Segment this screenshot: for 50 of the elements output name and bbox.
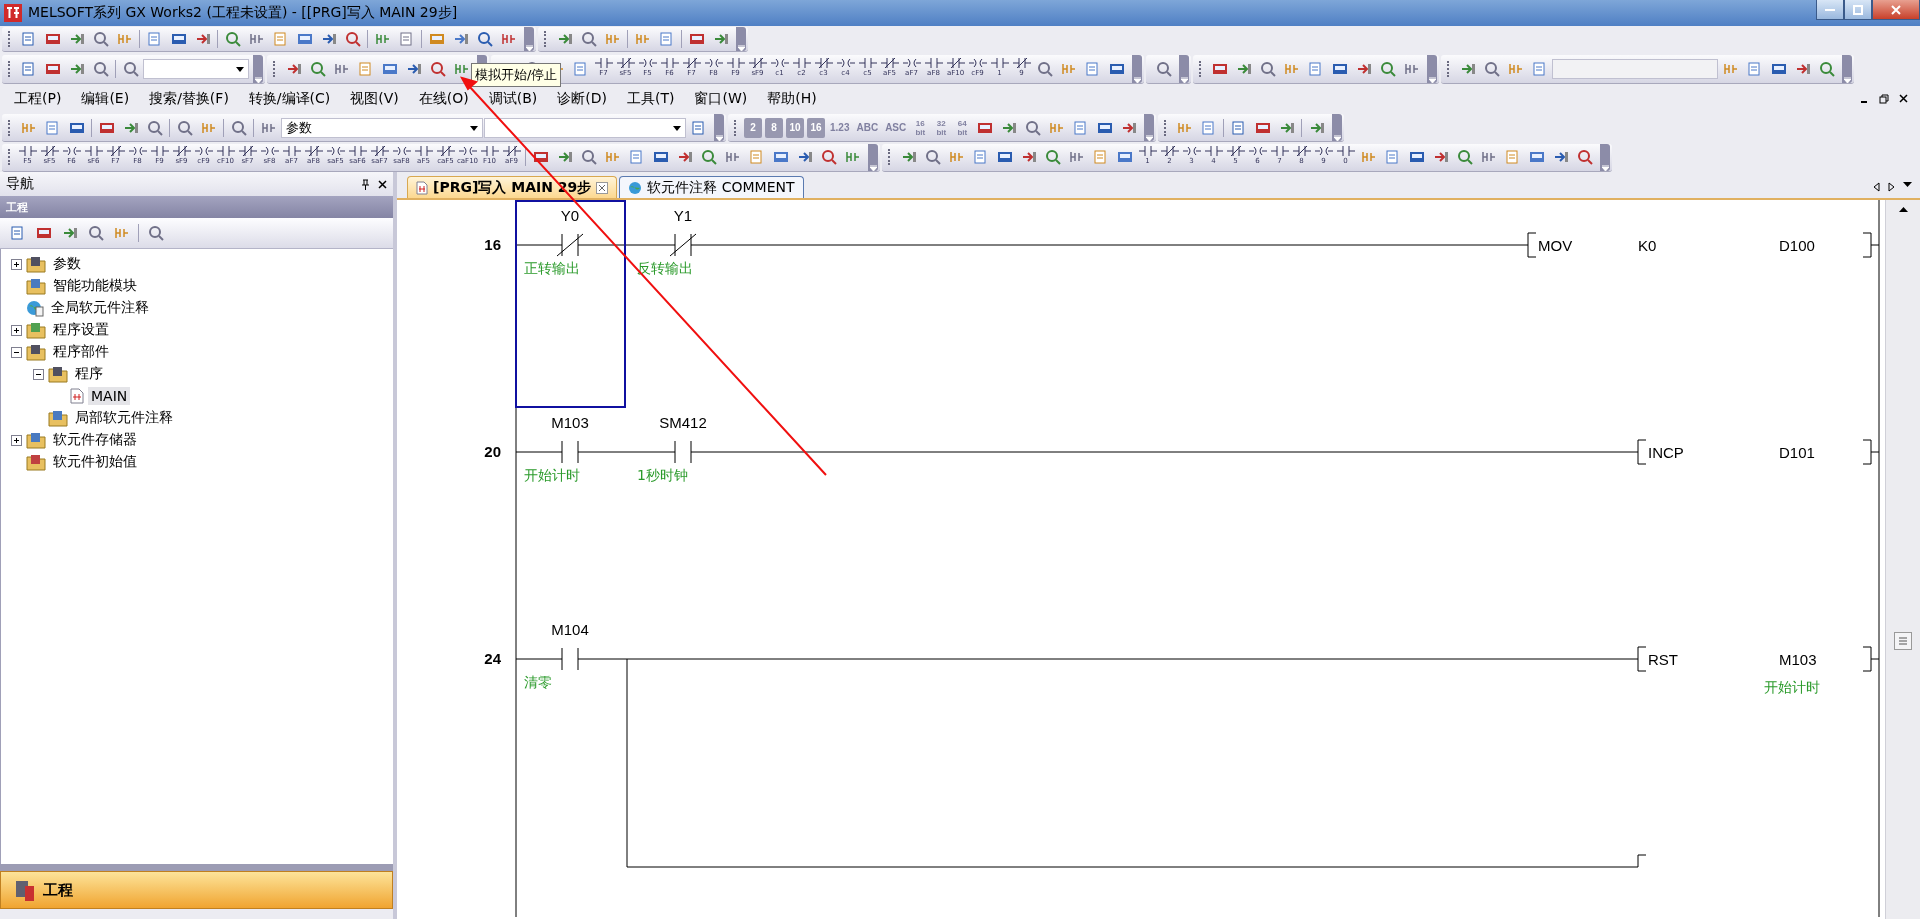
number-format-button[interactable]: 16 bit: [911, 117, 930, 138]
instruction-name: INCP: [1648, 444, 1684, 461]
section-header: 工程: [0, 196, 393, 218]
menu-item[interactable]: 转换/编译(C): [240, 88, 339, 110]
window-title: MELSOFT系列 GX Works2 (工程未设置) - [[PRG]写入 MAIN 29步]: [28, 4, 458, 22]
tree-item[interactable]: 局部软元件注释: [72, 408, 176, 428]
step-number: 24: [484, 650, 501, 667]
device-label: M104: [551, 621, 589, 638]
operand: M103: [1779, 651, 1817, 668]
menu-item[interactable]: 搜索/替换(F): [141, 88, 237, 110]
menu-item[interactable]: 视图(V): [342, 88, 407, 110]
menu-item[interactable]: 工程(P): [6, 88, 70, 110]
tree-item[interactable]: 软元件初始值: [50, 452, 140, 472]
tree-item[interactable]: 程序: [72, 364, 106, 384]
operand: D101: [1779, 444, 1815, 461]
tree-item[interactable]: 程序部件: [50, 342, 112, 362]
tree-item[interactable]: 参数: [50, 254, 84, 274]
menu-item[interactable]: 工具(T): [619, 88, 683, 110]
tree-item[interactable]: 程序设置: [50, 320, 112, 340]
device-label: Y0: [560, 207, 580, 224]
tree-item[interactable]: 全局软元件注释: [48, 298, 152, 318]
menu-item[interactable]: 调试(B): [480, 88, 546, 110]
tree-item[interactable]: MAIN: [88, 387, 131, 405]
pane-title: 导航: [6, 175, 34, 193]
menu-item[interactable]: 诊断(D): [549, 88, 615, 110]
device-comment: 1秒时钟: [637, 467, 688, 483]
instruction-name: MOV: [1538, 237, 1573, 254]
device-comment: 清零: [524, 674, 552, 690]
menu-item[interactable]: 在线(O): [410, 88, 477, 110]
tooltip: 模拟开始/停止: [471, 63, 562, 87]
device-comment: 正转输出: [524, 260, 580, 276]
step-number: 16: [484, 236, 501, 253]
tree-item[interactable]: 智能功能模块: [50, 276, 140, 296]
device-comment: 开始计时: [524, 467, 580, 483]
menu-item[interactable]: 编辑(E): [73, 88, 138, 110]
navigator-category[interactable]: 工程: [0, 871, 393, 909]
document-tab[interactable]: 软元件注释 COMMENT: [619, 176, 804, 198]
device-label: SM412: [659, 414, 707, 431]
menu-item[interactable]: 窗口(W): [686, 88, 756, 110]
menu-item[interactable]: 帮助(H): [759, 88, 825, 110]
operand: K0: [1638, 237, 1657, 254]
instruction-name: RST: [1648, 651, 1678, 668]
device-label: Y1: [673, 207, 693, 224]
device-label: M103: [551, 414, 589, 431]
operand: D100: [1779, 237, 1815, 254]
search-combo[interactable]: 参数: [281, 117, 483, 138]
device-comment: 开始计时: [1764, 679, 1820, 695]
combo-value: 参数: [286, 118, 312, 137]
step-number: 20: [484, 443, 501, 460]
tree-item[interactable]: 软元件存储器: [50, 430, 140, 450]
